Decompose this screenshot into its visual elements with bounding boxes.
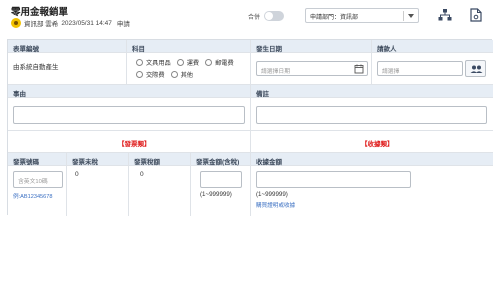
invoice-no-header: 發票號碼 — [8, 153, 67, 166]
department-select[interactable]: 申請部門：資訊部 — [305, 8, 419, 23]
merge-label: 合併 — [248, 15, 261, 21]
document-icon[interactable] — [470, 8, 482, 22]
people-icon — [470, 65, 483, 73]
receipt-amount-header: 收據金額 — [251, 153, 493, 166]
payee-cell: 請選擇 — [372, 53, 493, 85]
radio-other[interactable]: 其他 — [170, 70, 193, 79]
reason-input[interactable] — [13, 106, 245, 124]
invoice-amount-input[interactable] — [200, 171, 242, 188]
radio-stationery[interactable]: 文具用品 — [136, 58, 171, 67]
invoice-untaxed-cell: 0 — [67, 166, 129, 216]
date-cell: 請選擇日期 — [251, 53, 372, 85]
form-no-header: 表單編號 — [8, 40, 127, 53]
apply-datetime: 2023/05/31 14:47 — [61, 19, 112, 27]
note-input[interactable] — [256, 106, 487, 124]
receipt-proof-link[interactable]: 購買證明或收據 — [256, 201, 295, 209]
invoice-no-input[interactable]: 含英文10碼 — [13, 171, 63, 188]
subject-cell: 文具用品 運費 郵電費 交際費 其他 — [127, 53, 251, 85]
form-no-cell: 由系統自動產生 — [8, 53, 127, 85]
invoice-untaxed-header: 發票未稅 — [67, 153, 129, 166]
date-input[interactable]: 請選擇日期 — [256, 61, 368, 76]
page-header: 零用金報銷單 資訊部 雲希 2023/05/31 14:47 申請 合併 申請部… — [0, 0, 500, 36]
subject-radio-group-2: 交際費 其他 — [136, 70, 193, 79]
radio-entertainment[interactable]: 交際費 — [136, 70, 165, 79]
date-header: 發生日期 — [251, 40, 372, 53]
invoice-amount-cell: (1~999999) — [191, 166, 251, 216]
receipt-amount-cell: (1~999999) 購買證明或收據 — [251, 166, 493, 216]
receipt-section-cell: 【收據類】 — [251, 131, 493, 153]
invoice-no-cell: 含英文10碼 例:AB12345678 — [8, 166, 67, 216]
invoice-section-label: 【發票類】 — [118, 141, 151, 148]
subject-header: 科目 — [127, 40, 251, 53]
note-cell — [251, 98, 493, 131]
chevron-down-icon — [408, 14, 414, 18]
invoice-tax-value: 0 — [140, 171, 144, 178]
payee-header: 請款人 — [372, 40, 493, 53]
reason-header: 事由 — [8, 85, 251, 98]
calendar-icon[interactable] — [353, 64, 365, 74]
invoice-tax-cell: 0 — [129, 166, 191, 216]
invoice-no-example: 例:AB12345678 — [13, 194, 53, 200]
applicant-meta: 資訊部 雲希 2023/05/31 14:47 申請 — [11, 18, 130, 28]
invoice-amount-header: 發票金額(含稅) — [191, 153, 251, 166]
payee-input[interactable]: 請選擇 — [377, 61, 463, 76]
status-badge: 申請 — [116, 21, 130, 28]
radio-freight[interactable]: 運費 — [176, 58, 199, 67]
subject-radio-group-1: 文具用品 運費 郵電費 — [136, 58, 234, 67]
department-select-value: 申請部門：資訊部 — [310, 15, 359, 21]
invoice-section-cell: 【發票類】 — [8, 131, 251, 153]
radio-postage[interactable]: 郵電費 — [205, 58, 234, 67]
people-picker-button[interactable] — [465, 60, 486, 77]
note-header: 備註 — [251, 85, 493, 98]
receipt-amount-range: (1~999999) — [256, 191, 288, 198]
expense-form: 表單編號 科目 發生日期 請款人 由系統自動產生 文具用品 運費 郵電費 交際費… — [7, 39, 493, 216]
invoice-untaxed-value: 0 — [75, 171, 79, 178]
org-chart-icon[interactable] — [438, 9, 452, 21]
receipt-amount-input[interactable] — [256, 171, 411, 188]
receipt-section-label: 【收據類】 — [361, 141, 394, 148]
invoice-amount-range: (1~999999) — [200, 191, 232, 198]
invoice-tax-header: 發票稅額 — [129, 153, 191, 166]
avatar-icon — [11, 18, 21, 28]
merge-toggle[interactable] — [264, 11, 284, 21]
applicant-name: 資訊部 雲希 — [24, 21, 59, 28]
page-title: 零用金報銷單 — [11, 7, 69, 18]
form-no-value: 由系統自動產生 — [13, 64, 59, 71]
reason-cell — [8, 98, 251, 131]
